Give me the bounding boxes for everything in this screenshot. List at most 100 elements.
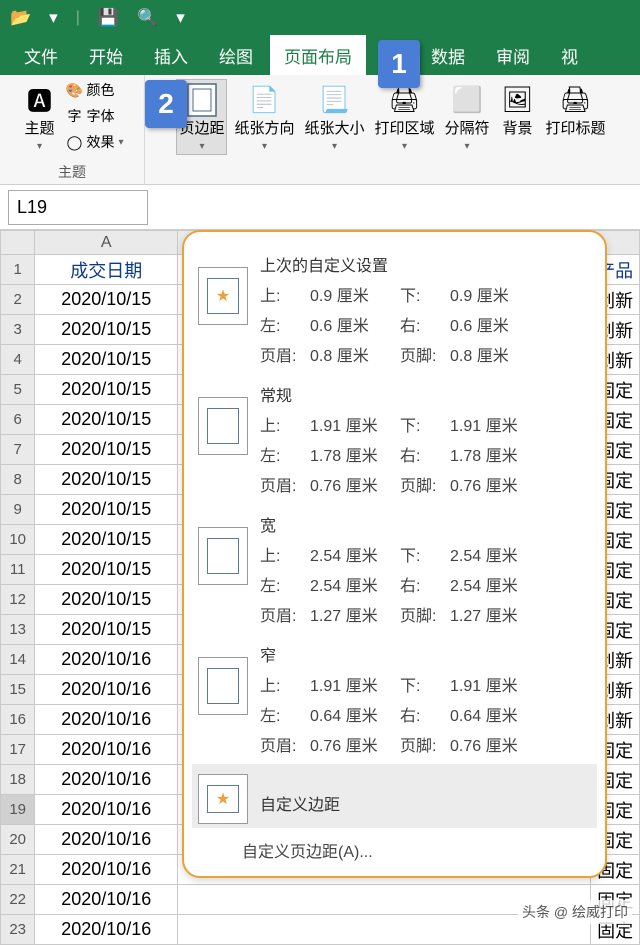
qat-caret-1[interactable]: ▾ bbox=[49, 8, 58, 28]
cell[interactable]: 2020/10/15 bbox=[35, 345, 178, 375]
breaks-label: 分隔符 bbox=[445, 121, 490, 138]
row-header[interactable]: 22 bbox=[1, 885, 35, 915]
save-icon[interactable]: 💾 bbox=[98, 8, 119, 28]
themes-label: 主题 bbox=[24, 121, 54, 138]
margin-preset[interactable]: 宽上:2.54 厘米下:2.54 厘米左:2.54 厘米右:2.54 厘米页眉:… bbox=[192, 504, 597, 634]
row-header[interactable]: 16 bbox=[1, 705, 35, 735]
worksheet-area: A 1成交日期产品22020/10/15创新32020/10/15创新42020… bbox=[0, 230, 640, 945]
row-header[interactable]: 7 bbox=[1, 435, 35, 465]
cell[interactable]: 2020/10/15 bbox=[35, 465, 178, 495]
preset-values: 上:0.9 厘米下:0.9 厘米左:0.6 厘米右:0.6 厘米页眉:0.8 厘… bbox=[260, 282, 591, 366]
margin-preset[interactable]: 常规上:1.91 厘米下:1.91 厘米左:1.78 厘米右:1.78 厘米页眉… bbox=[192, 374, 597, 504]
cell[interactable]: 2020/10/16 bbox=[35, 885, 178, 915]
row-header[interactable]: 20 bbox=[1, 825, 35, 855]
colors-label: 颜色 bbox=[86, 80, 114, 100]
cell[interactable]: 2020/10/16 bbox=[35, 735, 178, 765]
background-icon: 🖼 bbox=[500, 82, 536, 118]
cell[interactable]: 2020/10/15 bbox=[35, 525, 178, 555]
margin-preset-icon bbox=[198, 267, 248, 325]
row-header[interactable]: 9 bbox=[1, 495, 35, 525]
select-all-cell[interactable] bbox=[1, 231, 35, 255]
col-header-a[interactable]: A bbox=[35, 231, 178, 255]
effects-icon: ◯ bbox=[66, 134, 82, 150]
margin-preset[interactable]: 窄上:1.91 厘米下:1.91 厘米左:0.64 厘米右:0.64 厘米页眉:… bbox=[192, 634, 597, 764]
cell[interactable]: 2020/10/15 bbox=[35, 495, 178, 525]
preset-values: 上:2.54 厘米下:2.54 厘米左:2.54 厘米右:2.54 厘米页眉:1… bbox=[260, 542, 591, 626]
row-header[interactable]: 18 bbox=[1, 765, 35, 795]
cell[interactable]: 成交日期 bbox=[35, 255, 178, 285]
margin-preset-icon bbox=[198, 774, 248, 824]
tab-draw[interactable]: 绘图 bbox=[205, 35, 267, 76]
breaks-button[interactable]: ⬜ 分隔符 ▾ bbox=[442, 79, 493, 155]
name-box[interactable] bbox=[8, 190, 148, 225]
cell[interactable]: 2020/10/15 bbox=[35, 405, 178, 435]
print-titles-label: 打印标题 bbox=[546, 121, 606, 138]
folder-open-icon[interactable]: 📂 bbox=[10, 8, 31, 28]
cell[interactable]: 2020/10/16 bbox=[35, 765, 178, 795]
cell[interactable]: 2020/10/16 bbox=[35, 675, 178, 705]
cell[interactable]: 2020/10/15 bbox=[35, 435, 178, 465]
row-header[interactable]: 6 bbox=[1, 405, 35, 435]
quick-access-toolbar: 📂 ▾ | 💾 🔍 ▾ bbox=[0, 0, 640, 35]
fonts-label: 字体 bbox=[86, 106, 114, 126]
tab-page-layout[interactable]: 页面布局 bbox=[270, 35, 366, 76]
themes-button[interactable]: 🅰 主题 ▾ bbox=[18, 79, 60, 155]
row-header[interactable]: 21 bbox=[1, 855, 35, 885]
formula-bar-row bbox=[0, 185, 640, 230]
cell[interactable]: 2020/10/16 bbox=[35, 645, 178, 675]
margin-preset-icon bbox=[198, 527, 248, 585]
row-header[interactable]: 15 bbox=[1, 675, 35, 705]
cell[interactable]: 2020/10/15 bbox=[35, 375, 178, 405]
cell[interactable]: 2020/10/16 bbox=[35, 795, 178, 825]
print-area-label: 打印区域 bbox=[375, 121, 435, 138]
fonts-button[interactable]: 字字体 bbox=[64, 105, 125, 127]
margin-preset[interactable]: 上次的自定义设置上:0.9 厘米下:0.9 厘米左:0.6 厘米右:0.6 厘米… bbox=[192, 244, 597, 374]
effects-button[interactable]: ◯效果▾ bbox=[64, 131, 125, 153]
preset-title: 窄 bbox=[260, 642, 591, 666]
tab-insert[interactable]: 插入 bbox=[140, 35, 202, 76]
row-header[interactable]: 14 bbox=[1, 645, 35, 675]
tab-view[interactable]: 视 bbox=[547, 35, 592, 76]
print-preview-icon[interactable]: 🔍 bbox=[137, 8, 158, 28]
cell[interactable]: 2020/10/15 bbox=[35, 555, 178, 585]
cell[interactable]: 2020/10/16 bbox=[35, 705, 178, 735]
cell[interactable]: 2020/10/15 bbox=[35, 585, 178, 615]
row-header[interactable]: 1 bbox=[1, 255, 35, 285]
cell[interactable]: 2020/10/15 bbox=[35, 285, 178, 315]
print-area-button[interactable]: 🖨 打印区域 ▾ bbox=[372, 79, 438, 155]
margin-preset-icon bbox=[198, 397, 248, 455]
custom-margin-current[interactable]: 自定义边距 bbox=[192, 764, 597, 828]
background-button[interactable]: 🖼 背景 bbox=[497, 79, 539, 141]
chevron-down-icon: ▾ bbox=[199, 141, 204, 152]
colors-icon: 🎨 bbox=[66, 82, 82, 98]
row-header[interactable]: 10 bbox=[1, 525, 35, 555]
colors-button[interactable]: 🎨颜色 bbox=[64, 79, 125, 101]
tab-file[interactable]: 文件 bbox=[10, 35, 72, 76]
row-header[interactable]: 17 bbox=[1, 735, 35, 765]
tab-data[interactable]: 数据 bbox=[417, 35, 479, 76]
row-header[interactable]: 13 bbox=[1, 615, 35, 645]
row-header[interactable]: 11 bbox=[1, 555, 35, 585]
row-header[interactable]: 8 bbox=[1, 465, 35, 495]
row-header[interactable]: 3 bbox=[1, 315, 35, 345]
cell[interactable]: 2020/10/16 bbox=[35, 825, 178, 855]
chevron-down-icon: ▾ bbox=[37, 141, 42, 152]
preset-title: 常规 bbox=[260, 382, 591, 406]
size-button[interactable]: 📃 纸张大小 ▾ bbox=[301, 79, 367, 155]
orientation-button[interactable]: 📄 纸张方向 ▾ bbox=[231, 79, 297, 155]
row-header[interactable]: 19 bbox=[1, 795, 35, 825]
row-header[interactable]: 2 bbox=[1, 285, 35, 315]
row-header[interactable]: 5 bbox=[1, 375, 35, 405]
row-header[interactable]: 12 bbox=[1, 585, 35, 615]
cell[interactable]: 2020/10/15 bbox=[35, 315, 178, 345]
tab-review[interactable]: 审阅 bbox=[482, 35, 544, 76]
row-header[interactable]: 4 bbox=[1, 345, 35, 375]
custom-margins-link[interactable]: 自定义页边距(A)... bbox=[192, 828, 597, 864]
tab-home[interactable]: 开始 bbox=[75, 35, 137, 76]
breaks-icon: ⬜ bbox=[449, 82, 485, 118]
cell[interactable]: 2020/10/15 bbox=[35, 615, 178, 645]
print-titles-button[interactable]: 🖨 打印标题 bbox=[543, 79, 609, 141]
qat-caret-2[interactable]: ▾ bbox=[176, 8, 185, 28]
custom-margin-label: 自定义边距 bbox=[260, 791, 591, 815]
cell[interactable]: 2020/10/16 bbox=[35, 855, 178, 885]
